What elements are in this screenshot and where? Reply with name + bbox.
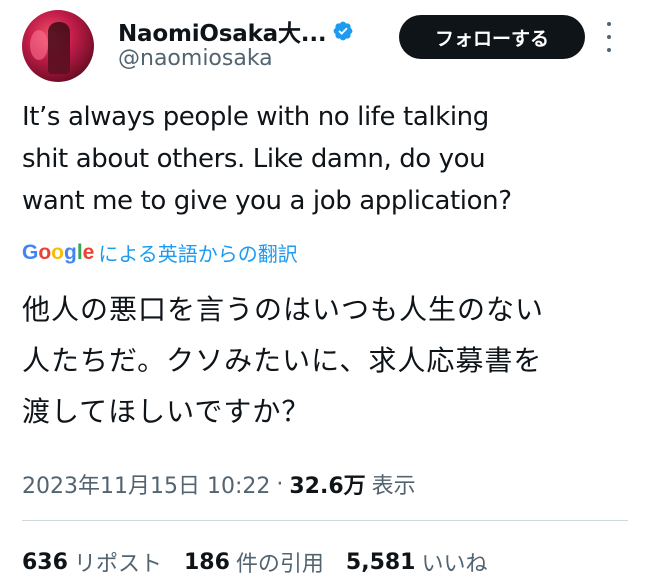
stat-count: 5,581 [345, 549, 416, 575]
tweet-text: It’s always people with no life talking … [22, 102, 512, 216]
author-display-name[interactable]: NaomiOsaka大... [118, 14, 327, 48]
tweet-meta: 2023年11月15日 10:22 · 32.6万 表示 [22, 468, 416, 500]
translated-text: 他人の悪口を言うのはいつも人生のない 人たちだ。クソみたいに、求人応募書を 渡し… [22, 293, 545, 428]
avatar-figure [48, 22, 70, 74]
stat-quotes[interactable]: 186 件の引用 [184, 546, 324, 578]
views-count: 32.6万 [289, 474, 366, 499]
stat-label: リポスト [73, 552, 162, 577]
verified-badge-icon [334, 21, 353, 41]
divider [22, 520, 628, 521]
follow-button[interactable]: フォローする [399, 15, 585, 59]
meta-separator: · [276, 471, 284, 497]
stat-count: 636 [22, 549, 68, 575]
engagement-stats: 636 リポスト 186 件の引用 5,581 いいね [22, 546, 510, 578]
stat-label: 件の引用 [235, 552, 324, 577]
more-vertical-icon[interactable] [604, 22, 614, 52]
more-dot [607, 48, 611, 52]
avatar[interactable] [22, 10, 94, 82]
views-label: 表示 [371, 474, 416, 499]
more-dot [607, 22, 611, 26]
stat-label: いいね [421, 552, 488, 577]
tweet-timestamp[interactable]: 2023年11月15日 10:22 [22, 468, 270, 500]
translation-attribution[interactable]: Google による英語からの翻訳 [22, 238, 298, 267]
translation-label[interactable]: による英語からの翻訳 [98, 238, 297, 267]
avatar-glow [30, 30, 48, 60]
author-name-row[interactable]: NaomiOsaka大... [118, 14, 354, 48]
google-logo: Google [22, 240, 95, 264]
stat-count: 186 [183, 549, 230, 575]
more-dot [607, 35, 611, 39]
author-handle[interactable]: @naomiosaka [118, 46, 273, 71]
stat-likes[interactable]: 5,581 いいね [346, 546, 488, 578]
stat-reposts[interactable]: 636 リポスト [22, 546, 162, 578]
